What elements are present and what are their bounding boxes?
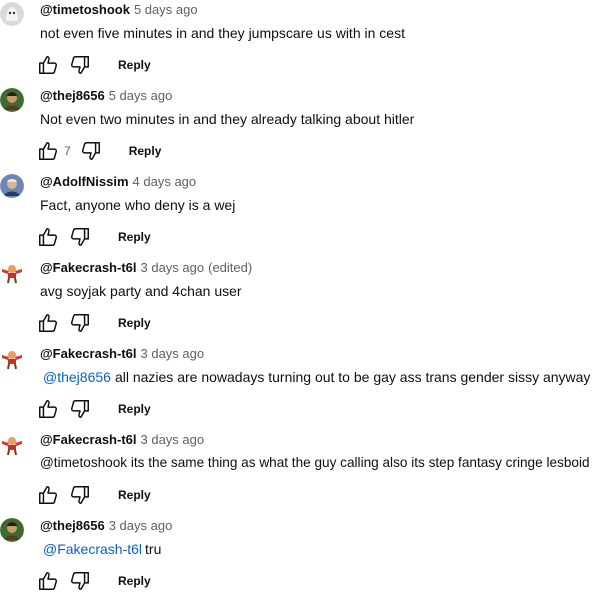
thumbs-up-icon [39,142,58,160]
timestamp[interactable]: 4 days ago [133,174,197,189]
comment-text: avg soyjak party and 4chan user [40,281,242,301]
author-name[interactable]: @thej8656 [40,88,105,103]
thumbs-up-icon [39,56,58,74]
mention-link[interactable]: @thej8656 [43,369,111,385]
like-button[interactable] [36,311,60,335]
author-name[interactable]: @thej8656 [40,518,105,533]
reply-button[interactable]: Reply [118,574,151,588]
timestamp[interactable]: 5 days ago [134,2,198,17]
comment-text: @timetoshook its the same thing as what … [40,453,590,473]
dislike-button[interactable] [68,397,92,421]
thumbs-up-icon [39,486,58,504]
thumbs-up-icon [39,400,58,418]
comment-item: @thej8656 5 days ago Not even two minutes… [0,87,613,173]
comment-item: @thej8656 3 days ago @Fakecrash-t6l tru Re… [0,517,613,603]
thumbs-down-icon [70,486,89,504]
thumbs-up-icon [39,572,58,590]
comment-header: @timetoshook 5 days ago [40,1,198,19]
thumbs-down-icon [70,228,89,246]
timestamp[interactable]: 3 days ago [109,518,173,533]
comment-body: avg soyjak party and 4chan user [40,283,242,299]
avatar[interactable] [0,174,24,198]
comment-actions: Reply [36,397,151,421]
comment-text: @thej8656 all nazies are nowadays turning… [40,367,590,387]
avatar[interactable] [0,432,24,456]
comment-header: @AdolfNissim 4 days ago [40,173,196,191]
comment-body: Not even two minutes in and they already… [40,111,415,127]
like-button[interactable] [36,139,60,163]
reply-button[interactable]: Reply [118,488,151,502]
comment-actions: Reply [36,569,151,593]
comment-body: @timetoshook its the same thing as what … [40,455,590,470]
dislike-button[interactable] [68,53,92,77]
comment-actions: Reply [36,311,151,335]
author-name[interactable]: @timetoshook [40,2,130,17]
comment-actions: Reply [36,53,151,77]
like-button[interactable] [36,397,60,421]
comment-actions: 7 Reply [36,139,161,163]
comment-header: @Fakecrash-t6l 3 days ago [40,431,204,449]
avatar[interactable] [0,346,24,370]
comment-body: all nazies are nowadays turning out to b… [114,369,591,385]
thumbs-down-icon [70,572,89,590]
comment-item: @Fakecrash-t6l 3 days ago @thej8656 all na… [0,345,613,431]
comment-header: @Fakecrash-t6l 3 days ago [40,345,204,363]
dislike-button[interactable] [68,311,92,335]
like-button[interactable] [36,225,60,249]
like-count: 7 [64,144,71,158]
like-button[interactable] [36,53,60,77]
comment-item: @Fakecrash-t6l 3 days ago (edited) avg soy… [0,259,613,345]
timestamp[interactable]: 3 days ago [141,432,205,447]
avatar[interactable] [0,88,24,112]
reply-button[interactable]: Reply [129,144,162,158]
like-button[interactable] [36,483,60,507]
dislike-button[interactable] [68,483,92,507]
timestamp[interactable]: 3 days ago [141,346,205,361]
dislike-button[interactable] [68,569,92,593]
comment-text: Not even two minutes in and they already… [40,109,414,129]
reply-button[interactable]: Reply [118,316,151,330]
author-name[interactable]: @AdolfNissim [40,174,129,189]
comment-actions: Reply [36,225,151,249]
author-name[interactable]: @Fakecrash-t6l [40,432,137,447]
author-name[interactable]: @Fakecrash-t6l [40,260,137,275]
comment-item: @timetoshook 5 days ago not even five min… [0,1,613,87]
comment-body: tru [145,541,162,557]
thumbs-down-icon [70,56,89,74]
comment-header: @Fakecrash-t6l 3 days ago (edited) [40,259,252,277]
comment-header: @thej8656 3 days ago [40,517,172,535]
comment-item: @AdolfNissim 4 days ago Fact, anyone who … [0,173,613,259]
thumbs-up-icon [39,314,58,332]
avatar[interactable] [0,2,24,26]
comment-header: @thej8656 5 days ago [40,87,172,105]
comment-text: not even five minutes in and they jumpsc… [40,23,405,43]
avatar[interactable] [0,260,24,284]
comment-body: not even five minutes in and they jumpsc… [40,25,405,41]
thumbs-down-icon [70,314,89,332]
thumbs-down-icon [81,142,100,160]
comment-item: @Fakecrash-t6l 3 days ago @timetoshook it… [0,431,613,517]
reply-button[interactable]: Reply [118,58,151,72]
comment-text: @Fakecrash-t6l tru [40,539,161,559]
thumbs-up-icon [39,228,58,246]
dislike-button[interactable] [79,139,103,163]
dislike-button[interactable] [68,225,92,249]
timestamp[interactable]: 3 days ago [141,260,205,275]
author-name[interactable]: @Fakecrash-t6l [40,346,137,361]
comment-actions: Reply [36,483,151,507]
comment-text: Fact, anyone who deny is a wej [40,195,235,215]
timestamp[interactable]: 5 days ago [109,88,173,103]
thumbs-down-icon [70,400,89,418]
reply-button[interactable]: Reply [118,230,151,244]
avatar[interactable] [0,518,24,542]
like-button[interactable] [36,569,60,593]
mention-link[interactable]: @Fakecrash-t6l [43,541,142,557]
edited-label: (edited) [208,260,253,275]
comment-body: Fact, anyone who deny is a wej [40,197,236,213]
reply-button[interactable]: Reply [118,402,151,416]
